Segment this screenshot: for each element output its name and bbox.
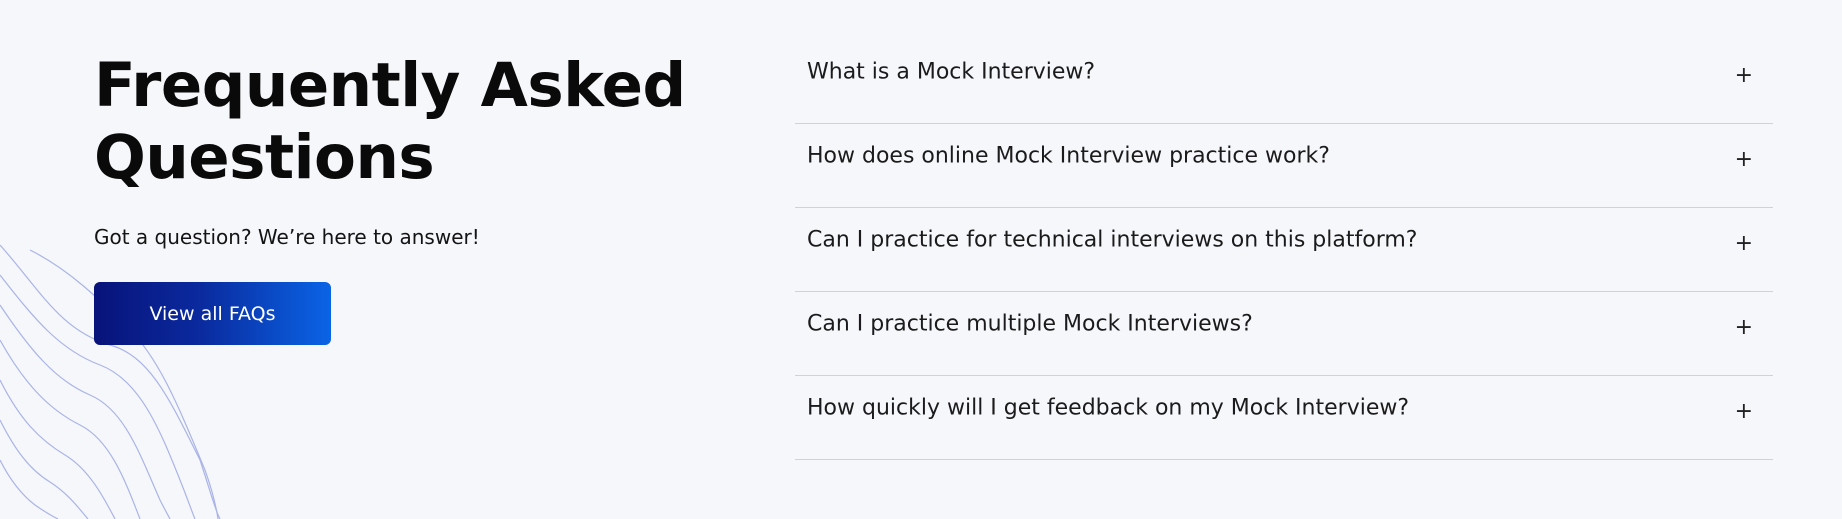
faq-question: What is a Mock Interview? bbox=[807, 59, 1096, 85]
page-title: Frequently Asked Questions bbox=[94, 50, 734, 194]
plus-icon[interactable]: + bbox=[1735, 317, 1753, 339]
faq-question: Can I practice multiple Mock Interviews? bbox=[807, 311, 1253, 337]
page-title-line2: Questions bbox=[94, 122, 435, 193]
faq-item[interactable]: What is a Mock Interview? + bbox=[795, 40, 1773, 124]
plus-icon[interactable]: + bbox=[1735, 149, 1753, 171]
faq-question: Can I practice for technical interviews … bbox=[807, 227, 1418, 253]
plus-icon[interactable]: + bbox=[1735, 65, 1753, 87]
page-title-line1: Frequently Asked bbox=[94, 50, 686, 121]
faq-item[interactable]: How quickly will I get feedback on my Mo… bbox=[795, 376, 1773, 460]
plus-icon[interactable]: + bbox=[1735, 401, 1753, 423]
view-all-faqs-button[interactable]: View all FAQs bbox=[94, 282, 331, 345]
faq-accordion: What is a Mock Interview? + How does onl… bbox=[795, 40, 1773, 460]
plus-icon[interactable]: + bbox=[1735, 233, 1753, 255]
faq-item[interactable]: Can I practice multiple Mock Interviews?… bbox=[795, 292, 1773, 376]
faq-item[interactable]: How does online Mock Interview practice … bbox=[795, 124, 1773, 208]
faq-question: How quickly will I get feedback on my Mo… bbox=[807, 395, 1410, 421]
faq-question: How does online Mock Interview practice … bbox=[807, 143, 1330, 169]
faq-intro: Frequently Asked Questions Got a questio… bbox=[94, 50, 734, 345]
faq-item[interactable]: Can I practice for technical interviews … bbox=[795, 208, 1773, 292]
page-subtitle: Got a question? We’re here to answer! bbox=[94, 225, 480, 249]
